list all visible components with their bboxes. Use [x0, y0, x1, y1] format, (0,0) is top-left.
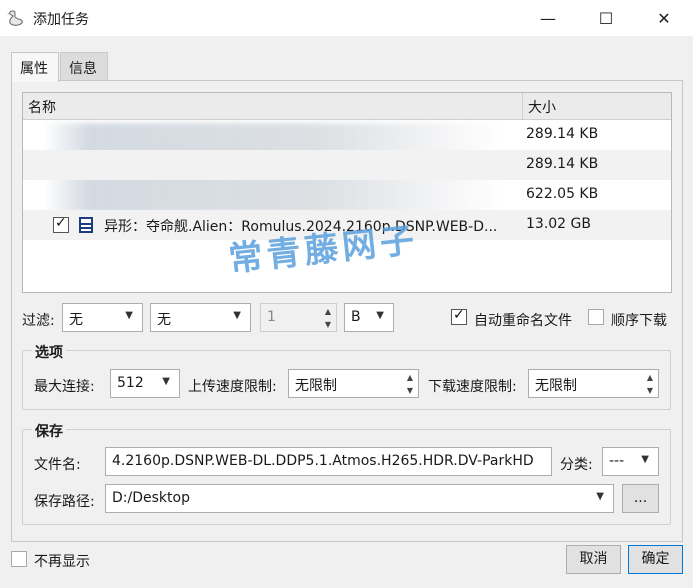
- combo-value: 512: [117, 375, 144, 391]
- list-header: 名称 大小: [23, 93, 671, 120]
- stepper-value: 无限制: [295, 378, 337, 394]
- dont-show-checkbox[interactable]: [11, 551, 27, 567]
- filename-input[interactable]: 4.2160p.DSNP.WEB-DL.DDP5.1.Atmos.H265.HD…: [105, 447, 552, 476]
- decrement-icon[interactable]: ▼: [643, 384, 657, 397]
- chevron-down-icon: ▼: [641, 454, 649, 465]
- stepper-value: 1: [267, 309, 276, 325]
- chevron-down-icon: ▼: [376, 310, 384, 321]
- sequential-download-checkbox[interactable]: [588, 309, 604, 325]
- goose-app-icon: [7, 10, 23, 26]
- filter-type-combo[interactable]: 无 ▼: [62, 303, 143, 332]
- maximize-icon: ☐: [598, 8, 614, 28]
- combo-value: 无: [157, 312, 171, 328]
- column-header-name[interactable]: 名称: [28, 97, 56, 117]
- file-row[interactable]: 289.14 KB: [23, 150, 671, 180]
- cancel-button[interactable]: 取消: [566, 545, 621, 574]
- file-checkbox[interactable]: [53, 215, 69, 233]
- increment-icon[interactable]: ▲: [403, 371, 417, 384]
- auto-rename-label[interactable]: 自动重命名文件: [474, 310, 572, 330]
- chevron-down-icon: ▼: [125, 310, 133, 321]
- close-icon: ✕: [657, 8, 671, 28]
- file-row[interactable]: 622.05 KB: [23, 180, 671, 210]
- increment-icon[interactable]: ▲: [643, 371, 657, 384]
- combo-value: D:/Desktop: [112, 490, 190, 506]
- combo-value: 无: [69, 312, 83, 328]
- filename-label: 文件名:: [34, 457, 81, 473]
- window-title: 添加任务: [33, 12, 89, 28]
- file-size: 289.14 KB: [526, 126, 599, 142]
- filter-unit-combo[interactable]: B ▼: [344, 303, 394, 332]
- chevron-down-icon: ▼: [596, 491, 604, 502]
- combo-value: ---: [609, 453, 625, 469]
- file-size: 289.14 KB: [526, 156, 599, 172]
- filter-mode-combo[interactable]: 无 ▼: [150, 303, 251, 332]
- chevron-down-icon: ▼: [233, 310, 241, 321]
- film-icon: [79, 217, 93, 233]
- tab-info[interactable]: 信息: [60, 52, 108, 81]
- ok-button[interactable]: 确定: [628, 545, 683, 574]
- download-limit-label: 下载速度限制:: [428, 379, 517, 395]
- upload-limit-stepper[interactable]: 无限制 ▲ ▼: [288, 369, 419, 398]
- column-header-size[interactable]: 大小: [528, 97, 556, 117]
- column-separator[interactable]: [522, 93, 523, 120]
- upload-limit-label: 上传速度限制:: [188, 379, 277, 395]
- minimize-icon: —: [540, 8, 556, 28]
- options-group-title: 选项: [32, 342, 66, 362]
- download-limit-stepper[interactable]: 无限制 ▲ ▼: [528, 369, 659, 398]
- max-connections-combo[interactable]: 512 ▼: [110, 369, 180, 398]
- minimize-button[interactable]: —: [519, 0, 577, 36]
- save-path-combo[interactable]: D:/Desktop ▼: [105, 484, 614, 513]
- auto-rename-checkbox[interactable]: [451, 307, 467, 325]
- max-connections-label: 最大连接:: [34, 379, 95, 395]
- sequential-download-label[interactable]: 顺序下载: [611, 310, 667, 330]
- chevron-down-icon: ▼: [162, 376, 170, 387]
- maximize-button[interactable]: ☐: [577, 0, 635, 36]
- filter-size-stepper[interactable]: 1 ▲ ▼: [260, 303, 337, 332]
- combo-value: B: [351, 309, 361, 325]
- save-group-title: 保存: [32, 421, 66, 441]
- title-bar: 添加任务 — ☐ ✕: [0, 0, 693, 36]
- increment-icon[interactable]: ▲: [321, 305, 335, 318]
- close-button[interactable]: ✕: [635, 0, 693, 36]
- file-row[interactable]: 289.14 KB: [23, 120, 671, 150]
- browse-button[interactable]: ...: [622, 484, 659, 513]
- filter-label: 过滤:: [22, 313, 55, 329]
- dont-show-label[interactable]: 不再显示: [34, 551, 90, 571]
- filename-value: 4.2160p.DSNP.WEB-DL.DDP5.1.Atmos.H265.HD…: [112, 453, 534, 469]
- file-size: 622.05 KB: [526, 186, 599, 202]
- file-size: 13.02 GB: [526, 216, 591, 232]
- category-label: 分类:: [560, 457, 593, 473]
- stepper-value: 无限制: [535, 378, 577, 394]
- decrement-icon[interactable]: ▼: [321, 318, 335, 331]
- decrement-icon[interactable]: ▼: [403, 384, 417, 397]
- category-combo[interactable]: --- ▼: [602, 447, 659, 476]
- tab-properties[interactable]: 属性: [11, 52, 59, 82]
- save-path-label: 保存路径:: [34, 494, 95, 510]
